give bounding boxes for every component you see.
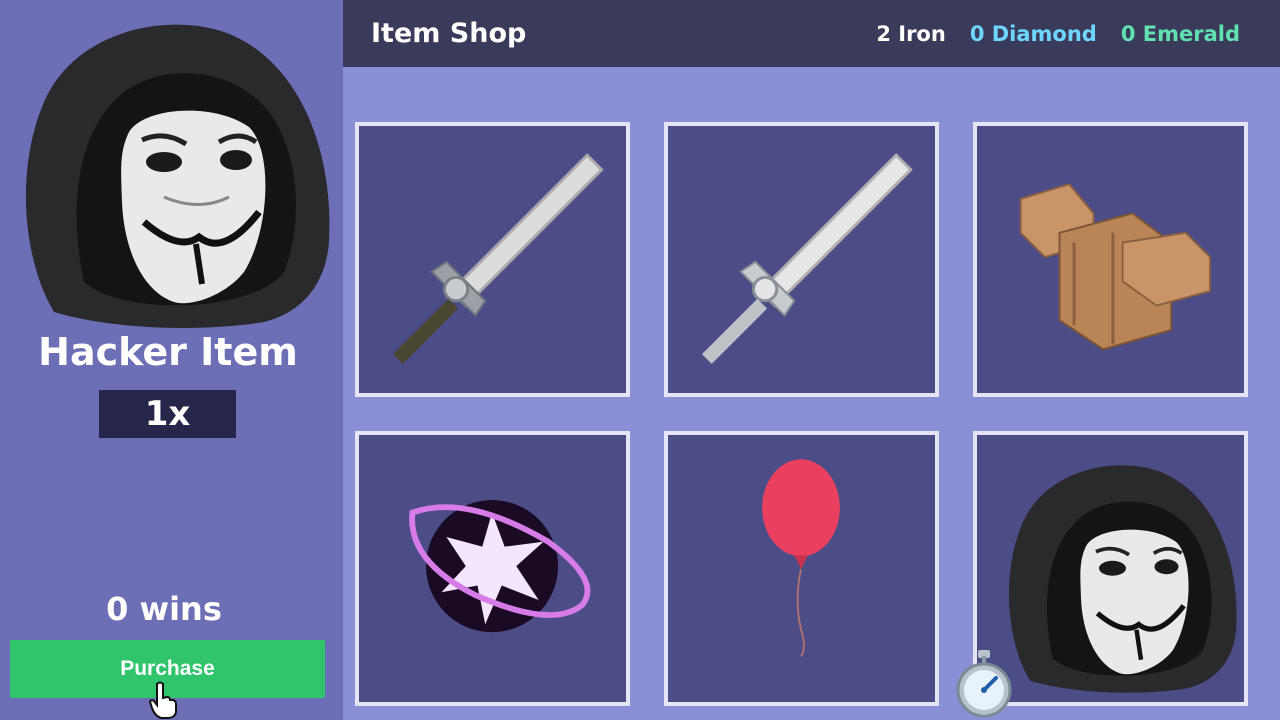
shop-slot-void-orb[interactable] <box>355 431 630 706</box>
wood-blocks-icon <box>1019 183 1211 351</box>
shop-slot-stone-sword[interactable] <box>355 122 630 397</box>
item-quantity: 1x <box>99 390 236 438</box>
hand-cursor-icon <box>148 681 177 719</box>
diamond-count: 0 Diamond <box>969 21 1097 46</box>
stopwatch-icon <box>956 650 1012 718</box>
shop-header: Item Shop 2 Iron 0 Diamond 0 Emerald <box>343 0 1280 67</box>
void-orb-icon <box>409 500 591 633</box>
item-price: 0 wins <box>106 590 222 628</box>
shop-slot-wood-blocks[interactable] <box>973 122 1248 397</box>
item-detail-panel: Hacker Item 1x 0 wins Purchase <box>0 0 342 720</box>
currency-balance: 2 Iron 0 Diamond 0 Emerald <box>876 22 1240 46</box>
iron-sword-icon <box>701 153 913 364</box>
iron-count: 2 Iron <box>876 21 946 46</box>
stone-sword-icon <box>392 153 604 364</box>
selected-item-name: Hacker Item <box>38 330 298 374</box>
emerald-count: 0 Emerald <box>1120 21 1240 46</box>
shop-slot-balloon[interactable] <box>664 431 939 706</box>
page-title: Item Shop <box>371 18 527 49</box>
shop-slot-iron-sword[interactable] <box>664 122 939 397</box>
hacker-mask-preview-icon <box>25 24 330 328</box>
balloon-icon <box>762 459 840 657</box>
hacker-mask-icon <box>1008 465 1237 693</box>
